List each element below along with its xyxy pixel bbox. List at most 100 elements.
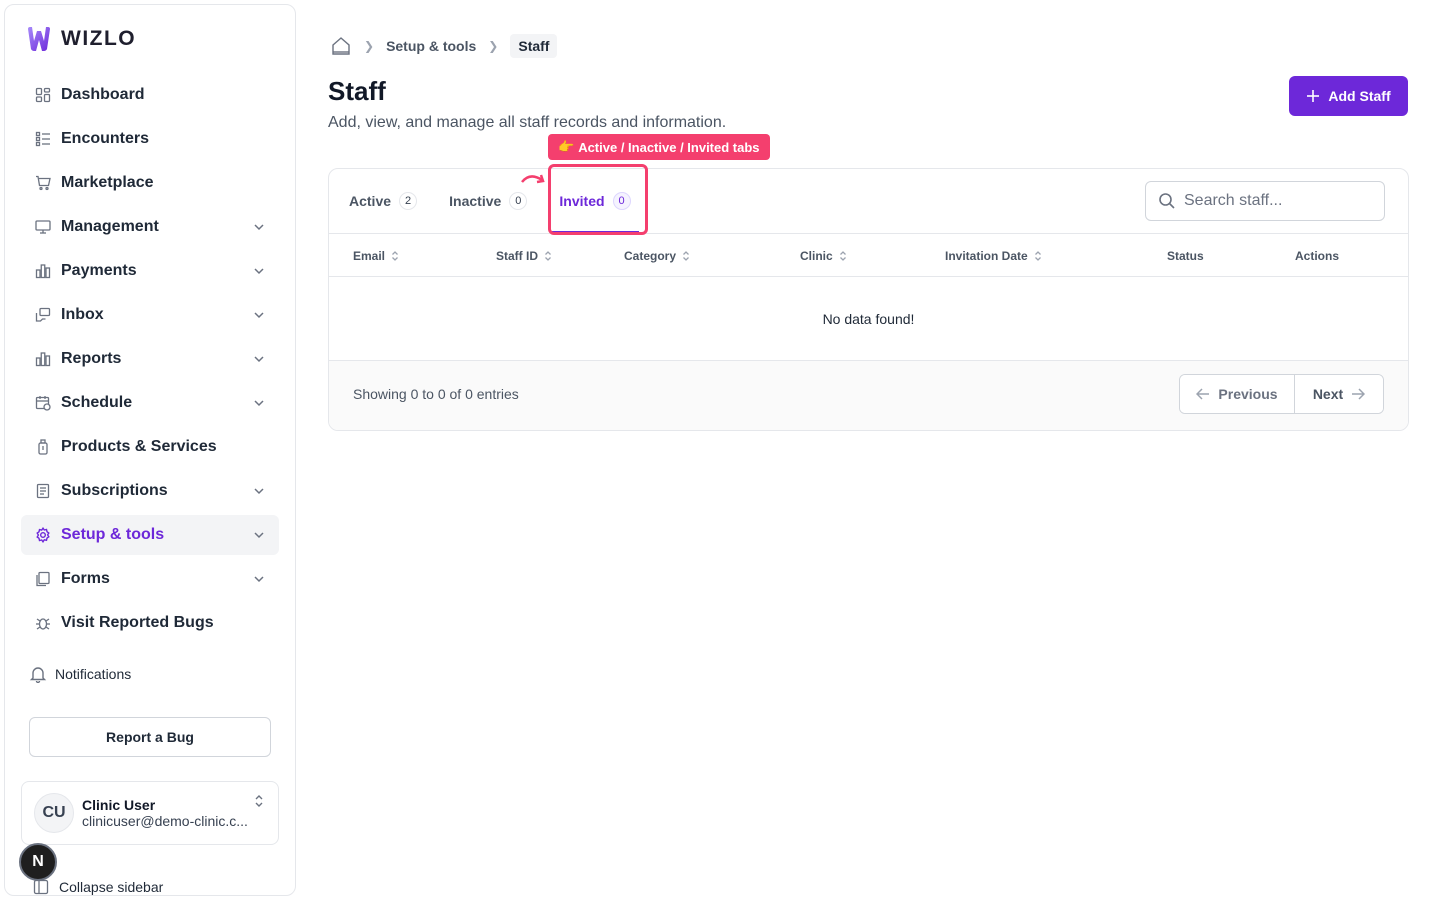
sidebar-item-payments[interactable]: Payments [21, 251, 279, 291]
sidebar-item-setup-tools[interactable]: Setup & tools [21, 515, 279, 555]
page-subtitle: Add, view, and manage all staff records … [328, 114, 727, 131]
sort-icon [545, 251, 551, 261]
arrow-right-icon [1352, 388, 1366, 400]
sidebar-item-label: Reports [61, 350, 122, 367]
bell-icon [29, 667, 47, 683]
tab-label: Inactive [449, 193, 502, 209]
reports-icon [33, 349, 53, 369]
column-header-category[interactable]: Category [624, 234, 690, 278]
chevron-down-icon [254, 356, 264, 363]
column-label: Invitation Date [945, 249, 1028, 263]
entries-summary: Showing 0 to 0 of 0 entries [353, 386, 519, 402]
brand-name: WIZLO [61, 27, 137, 50]
pagination: Previous Next [1179, 374, 1384, 414]
sidebar-item-label: Visit Reported Bugs [61, 614, 214, 631]
tabs-hint-text: Active / Inactive / Invited tabs [578, 139, 760, 155]
sidebar-item-dashboard[interactable]: Dashboard [21, 75, 279, 115]
sidebar-item-label: Subscriptions [61, 482, 168, 499]
cart-icon [33, 173, 53, 193]
column-header-actions: Actions [1295, 234, 1339, 278]
breadcrumb: ❯ Setup & tools ❯ Staff [330, 34, 558, 58]
chevron-down-icon [254, 268, 264, 275]
search-input[interactable] [1184, 192, 1364, 210]
pointing-hand-icon: 👉 [558, 139, 575, 154]
sidebar-item-label: Marketplace [61, 174, 154, 191]
chevron-down-icon [254, 532, 264, 539]
arrow-left-icon [1196, 388, 1210, 400]
collapse-sidebar-button[interactable]: Collapse sidebar [33, 879, 163, 895]
tabs-hint-label: 👉 Active / Inactive / Invited tabs [548, 134, 770, 160]
previous-label: Previous [1218, 386, 1278, 402]
search-field[interactable] [1145, 181, 1385, 221]
calendar-icon [33, 393, 53, 413]
sidebar-item-products-services[interactable]: Products & Services [21, 427, 279, 467]
sidebar-item-marketplace[interactable]: Marketplace [21, 163, 279, 203]
column-label: Staff ID [496, 249, 538, 263]
next-label: Next [1312, 386, 1344, 402]
sidebar-item-reports[interactable]: Reports [21, 339, 279, 379]
sidebar-item-label: Encounters [61, 130, 150, 147]
column-header-email[interactable]: Email [353, 234, 399, 278]
sidebar-item-label: Inbox [61, 306, 104, 323]
sidebar-item-management[interactable]: Management [21, 207, 279, 247]
report-bug-button[interactable]: Report a Bug [29, 717, 271, 757]
sidebar-item-schedule[interactable]: Schedule [21, 383, 279, 423]
home-icon[interactable] [330, 35, 352, 57]
sidebar-item-visit-reported-bugs[interactable]: Visit Reported Bugs [21, 603, 279, 643]
chevron-down-icon [254, 312, 264, 319]
sidebar-item-inbox[interactable]: Inbox [21, 295, 279, 335]
breadcrumb-setup-tools[interactable]: Setup & tools [386, 38, 476, 54]
user-email: clinicuser@demo-clinic.c... [82, 813, 248, 829]
column-header-invitation-date[interactable]: Invitation Date [945, 234, 1042, 278]
sidebar-item-label: Forms [61, 570, 110, 587]
column-header-status: Status [1167, 234, 1204, 278]
column-label: Actions [1295, 249, 1340, 263]
inbox-icon [33, 305, 53, 325]
add-staff-label: Add Staff [1328, 88, 1391, 104]
column-label: Status [1167, 249, 1204, 263]
notifications-link[interactable]: Notifications [29, 665, 131, 683]
collapse-sidebar-label: Collapse sidebar [59, 879, 164, 895]
staff-table-card: Active 2 Inactive 0 Invited 0 Email Staf… [328, 168, 1409, 431]
sort-icon [683, 251, 689, 261]
table-header: Email Staff ID Category Clinic Invitatio… [329, 233, 1408, 277]
forms-icon [33, 569, 53, 589]
sidebar-item-forms[interactable]: Forms [21, 559, 279, 599]
sort-icon [392, 251, 398, 261]
plus-icon [1307, 90, 1320, 102]
dashboard-icon [33, 85, 53, 105]
encounters-icon [33, 129, 53, 149]
n-badge-button[interactable]: N [19, 843, 57, 881]
monitor-icon [33, 217, 53, 237]
sidebar-item-label: Setup & tools [61, 526, 165, 543]
column-header-clinic[interactable]: Clinic [800, 234, 847, 278]
breadcrumb-separator-icon: ❯ [488, 39, 499, 53]
sidebar-item-label: Dashboard [61, 86, 145, 103]
column-header-staff-id[interactable]: Staff ID [496, 234, 552, 278]
breadcrumb-current: Staff [510, 34, 558, 58]
sidebar-item-encounters[interactable]: Encounters [21, 119, 279, 159]
search-icon [1159, 193, 1175, 209]
sidebar-item-label: Products & Services [61, 438, 217, 455]
tab-label: Active [349, 193, 392, 209]
column-label: Clinic [800, 249, 833, 263]
user-menu[interactable]: CU Clinic User clinicuser@demo-clinic.c.… [21, 781, 279, 845]
brand-logo[interactable]: WIZLO [25, 25, 136, 53]
sidebar-item-label: Payments [61, 262, 137, 279]
chevron-down-icon [254, 224, 264, 231]
sidebar-item-subscriptions[interactable]: Subscriptions [21, 471, 279, 511]
avatar: CU [34, 793, 74, 833]
tab-count-badge: 2 [399, 192, 418, 210]
sidebar-nav: Dashboard Encounters Marketplace Managem… [21, 75, 279, 647]
empty-state-message: No data found! [329, 277, 1408, 361]
next-page-button[interactable]: Next [1295, 375, 1383, 413]
page-title: Staff [328, 76, 386, 106]
previous-page-button[interactable]: Previous [1180, 375, 1295, 413]
sidebar: WIZLO Dashboard Encounters Marketplace M… [4, 4, 296, 896]
add-staff-button[interactable]: Add Staff [1289, 76, 1408, 116]
notifications-label: Notifications [55, 666, 132, 682]
chevron-down-icon [254, 576, 264, 583]
chevron-down-icon [254, 400, 264, 407]
tab-active[interactable]: Active 2 [341, 169, 425, 233]
table-footer: Showing 0 to 0 of 0 entries Previous Nex… [329, 361, 1408, 430]
